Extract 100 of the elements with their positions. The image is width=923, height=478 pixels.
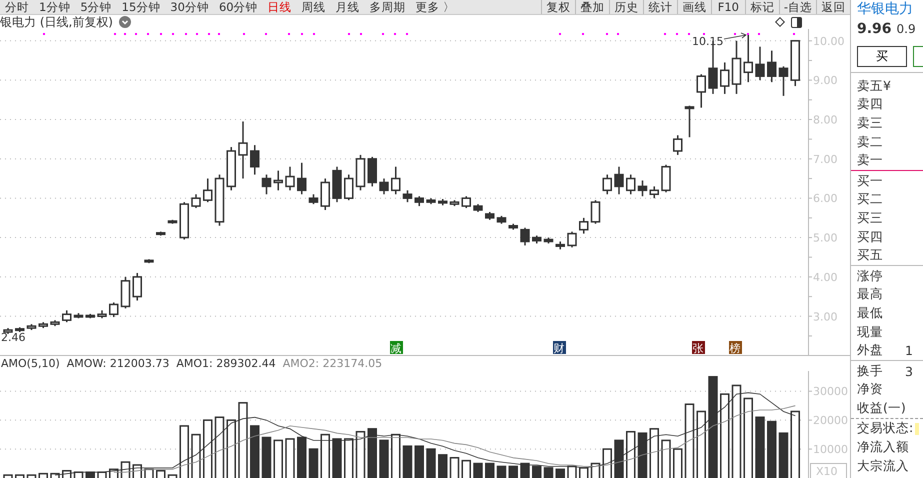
quote-label: 最高 xyxy=(857,286,883,304)
axis-label: 4.00 xyxy=(813,270,838,284)
quote-label: 买二 xyxy=(857,191,883,208)
quote-label: 收益(一) xyxy=(857,400,906,417)
quote-label: 外盘 xyxy=(857,342,883,360)
toolbar-button[interactable]: 复权 xyxy=(540,0,575,14)
candlestick xyxy=(778,66,788,97)
candlestick xyxy=(590,199,600,225)
toolbar-button[interactable]: 历史 xyxy=(608,0,643,14)
quote-value: 3 xyxy=(905,364,913,379)
quote-label: 交易状态: xyxy=(857,420,914,438)
diamond-icon[interactable] xyxy=(775,17,785,27)
toolbar-button[interactable]: F10 xyxy=(710,0,745,14)
period-tab[interactable]: 多周期 xyxy=(364,0,411,14)
candlestick xyxy=(684,104,694,138)
candlestick xyxy=(673,134,682,156)
candlestick xyxy=(308,194,318,205)
candlestick xyxy=(626,174,636,196)
event-badge[interactable]: 张 xyxy=(692,341,705,355)
candlestick xyxy=(520,226,530,246)
candlestick xyxy=(250,144,260,176)
candlestick xyxy=(191,194,201,209)
axis-label: 30000 xyxy=(813,385,848,398)
toolbar-button[interactable]: 统计 xyxy=(642,0,677,14)
event-badge[interactable]: 榜 xyxy=(729,341,742,355)
candlestick xyxy=(320,178,330,211)
period-tab[interactable]: 更多 〉 xyxy=(410,0,460,14)
period-tab[interactable]: 1分钟 xyxy=(34,0,76,14)
quote-label: 卖一 xyxy=(857,152,883,170)
panel-icon[interactable] xyxy=(791,16,802,28)
toolbar-button[interactable]: 叠加 xyxy=(574,0,609,14)
change-value: 0.9 xyxy=(896,22,916,36)
event-badge[interactable]: 减 xyxy=(390,341,403,355)
quote-label: 净资 xyxy=(857,381,883,398)
candlestick xyxy=(755,46,765,81)
period-tab[interactable]: 5分钟 xyxy=(75,0,117,14)
sell-button[interactable] xyxy=(913,46,923,66)
chart-title: 银电力 (日线,前复权) xyxy=(0,14,113,30)
period-tab[interactable]: 周线 xyxy=(296,0,331,14)
axis-label: 8.00 xyxy=(813,114,838,126)
axis-label: 6.00 xyxy=(813,192,838,206)
quote-label: 净流入额 xyxy=(857,439,909,456)
price-value: 9.96 xyxy=(857,21,892,37)
candlestick xyxy=(650,186,659,199)
candlestick xyxy=(767,50,776,83)
candlestick xyxy=(720,62,730,95)
candlestick xyxy=(567,230,577,248)
event-badge[interactable]: 财 xyxy=(553,341,566,355)
candlestick xyxy=(238,120,248,180)
period-tab[interactable]: 15分钟 xyxy=(116,0,166,14)
toolbar-button[interactable]: -自选 xyxy=(778,0,816,14)
period-tab[interactable]: 60分钟 xyxy=(214,0,263,14)
axis-label: 5.00 xyxy=(813,232,838,245)
candlestick xyxy=(462,195,471,209)
period-tab[interactable]: 30分钟 xyxy=(165,0,214,14)
candlestick xyxy=(744,34,753,83)
candlestick xyxy=(661,164,671,194)
candlestick xyxy=(391,166,400,196)
toolbar-button[interactable]: 标记 xyxy=(744,0,779,14)
indicator-value: AMO2: 223174.05 xyxy=(282,357,382,370)
quote-label: 卖二 xyxy=(857,134,883,151)
candlestick xyxy=(109,302,118,318)
candlestick xyxy=(62,310,72,323)
axis-label: 10.00 xyxy=(813,34,844,48)
quote-label: 卖四 xyxy=(857,96,883,114)
axis-label: 7.00 xyxy=(813,152,838,166)
candlestick xyxy=(402,190,412,203)
candlestick xyxy=(579,217,588,234)
axis-label: 3.00 xyxy=(813,310,838,324)
candlestick xyxy=(614,166,624,196)
quote-label: 卖三 xyxy=(857,114,883,132)
quote-label: 买一 xyxy=(857,172,883,190)
period-tab[interactable]: 日线 xyxy=(262,0,297,14)
candlestick xyxy=(132,272,142,302)
axis-label: 9.00 xyxy=(813,74,838,88)
axis-label: 10000 xyxy=(813,443,848,456)
period-tab[interactable]: 分时 xyxy=(0,0,34,14)
period-tab[interactable]: 月线 xyxy=(330,0,365,14)
candlestick xyxy=(297,162,306,196)
quote-label: 买五 xyxy=(857,247,883,264)
indicator-value: AMOW: 212003.73 xyxy=(66,357,170,370)
candlestick xyxy=(414,195,424,207)
quote-label: 最低 xyxy=(857,304,883,322)
status-marker-icon xyxy=(915,422,920,435)
axis-label: 20000 xyxy=(813,414,848,428)
candlestick xyxy=(368,156,377,188)
candlestick xyxy=(379,178,389,196)
quote-value: 1 xyxy=(905,343,913,358)
candlestick xyxy=(696,74,706,108)
quote-label: 涨停 xyxy=(857,268,883,285)
toolbar-button[interactable]: 画线 xyxy=(676,0,711,14)
quote-label: 大宗流入 xyxy=(857,458,909,475)
buy-button[interactable]: 买 xyxy=(857,46,908,66)
toolbar-button[interactable]: 返回 xyxy=(816,0,850,14)
quote-label: 换手 xyxy=(857,362,883,380)
dropdown-icon[interactable] xyxy=(119,16,131,28)
candlestick xyxy=(638,180,648,197)
candlestick xyxy=(602,174,612,196)
quote-label: 卖五¥ xyxy=(857,78,891,95)
indicator-value: AMO1: 289302.44 xyxy=(176,357,276,370)
